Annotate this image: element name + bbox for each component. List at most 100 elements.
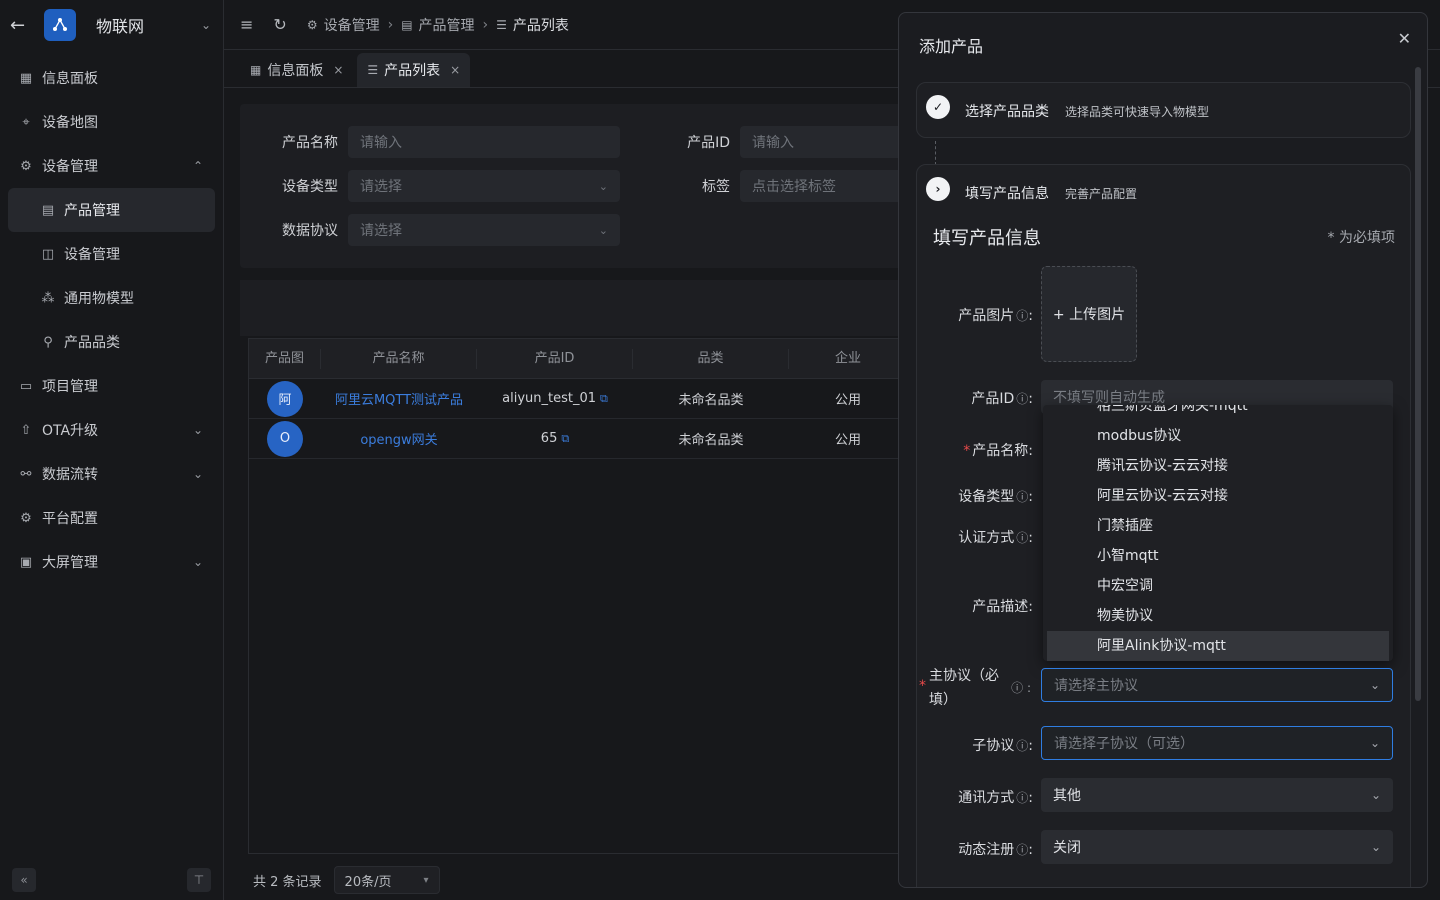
logo-icon [44,9,76,41]
sidebar-item-projects[interactable]: ▭ 项目管理 [0,364,223,408]
help-icon[interactable]: ⓘ : [1011,676,1031,700]
sidebar-item-data-flow[interactable]: ⚯ 数据流转 ⌄ [0,452,223,496]
sidebar-item-category[interactable]: ⚲ 产品品类 [0,320,223,364]
col-category: 品类 [633,348,789,369]
breadcrumb-product-mgmt[interactable]: 产品管理 [419,15,475,35]
screen-icon: ▣ [19,554,33,570]
help-icon[interactable]: ⓘ [1016,309,1028,323]
required-star: * [963,443,971,459]
sidebar-item-devices[interactable]: ◫ 设备管理 [0,232,223,276]
pin-icon[interactable]: ⊤ [187,868,211,892]
breadcrumb-product-list: 产品列表 [512,17,569,34]
toolbar-panel [240,280,940,336]
product-table: 产品图 产品名称 产品ID 品类 企业 阿 阿里云MQTT测试产品 aliyun… [248,338,908,854]
sidebar: ← 物联网 ⌄ ▦ 信息面板 ⌖ 设备地图 ⚙ 设备管理 ⌃ ▤ 产品管理 ◫ 设备管理 ⁂… [0,0,224,900]
table-row[interactable]: O opengw网关 65 ⧉ 未命名品类 公用 [249,419,907,459]
main-protocol-label: * 主协议（必 填） ⓘ : [919,668,1031,708]
back-arrow-icon[interactable]: ← [10,15,28,36]
dropdown-option[interactable]: 腾讯云协议-云云对接 [1043,451,1393,481]
help-icon[interactable]: ⓘ [1016,791,1028,805]
product-name-link[interactable]: opengw网关 [321,429,477,448]
gear-icon: ⚙ [20,158,32,174]
close-tab-icon[interactable]: × [333,63,343,77]
sidebar-item-device-mgmt[interactable]: ⚙ 设备管理 ⌃ [0,144,223,188]
sidebar-item-thing-model[interactable]: ⁂ 通用物模型 [0,276,223,320]
collapse-sidebar-icon[interactable]: « [12,868,36,892]
dropdown-option[interactable]: 小智mqtt [1043,541,1393,571]
upload-image-button[interactable]: + 上传图片 [1041,266,1137,362]
close-icon[interactable]: ✕ [1398,29,1411,48]
modal-scrollbar[interactable] [1415,67,1421,701]
page-size-select[interactable]: 20条/页 ▾ [333,866,440,894]
main-protocol-select[interactable]: 请选择主协议 ⌄ [1041,668,1393,702]
help-icon[interactable]: ⓘ [1016,490,1028,504]
flow-icon: ⚯ [20,466,32,482]
col-id: 产品ID [477,348,633,369]
product-name-input[interactable]: 请输入 [348,126,620,158]
comm-method-select[interactable]: 其他 ⌄ [1041,778,1393,812]
product-name-link[interactable]: 阿里云MQTT测试产品 [321,389,477,408]
list-icon: ☰ [367,63,379,77]
pagination: 共 2 条记录 20条/页 ▾ [253,866,440,894]
breadcrumb-gear-icon: ⚙ [306,17,318,32]
dashboard-icon: ▦ [19,70,33,86]
app-switch-chevron-icon[interactable]: ⌄ [199,18,213,32]
refresh-icon[interactable]: ↻ [273,15,286,34]
dropdown-option-highlighted[interactable]: 阿里Alink协议-mqtt [1047,631,1389,661]
step-select-category[interactable]: ✓ 选择产品品类 选择品类可快速导入物模型 [916,82,1411,138]
chevron-down-icon: ⌄ [1369,736,1380,750]
filter-protocol-label: 数据协议 [282,223,338,239]
tab-product-list[interactable]: ☰ 产品列表 × [357,53,471,87]
filter-panel: 产品名称 请输入 产品ID 请输入 设备类型 请选择 ⌄ 标签 点击选择标签 数据… [240,104,940,268]
chevron-down-icon: ⌄ [192,555,204,569]
dashboard-icon: ▦ [250,63,262,77]
product-org: 公用 [834,433,861,448]
product-category: 未命名品类 [678,433,744,448]
device-type-select[interactable]: 请选择 ⌄ [348,170,620,202]
help-icon[interactable]: ⓘ [1016,531,1028,545]
dropdown-option[interactable]: 阿里云协议-云云对接 [1043,481,1393,511]
model-icon: ⁂ [41,290,55,306]
table-row[interactable]: 阿 阿里云MQTT测试产品 aliyun_test_01 ⧉ 未命名品类 公用 [249,379,907,419]
breadcrumb-separator-icon: › [482,16,489,33]
copy-icon[interactable]: ⧉ [600,392,608,405]
chevron-down-icon: ⌄ [1369,678,1380,692]
dropdown-option[interactable]: 门禁插座 [1043,511,1393,541]
comm-method-label: 通讯方式 ⓘ: [958,790,1033,806]
breadcrumb: ⚙ 设备管理 › ▤ 产品管理 › ☰ 产品列表 [307,15,569,35]
sidebar-item-device-map[interactable]: ⌖ 设备地图 [0,100,223,144]
sidebar-item-product-mgmt[interactable]: ▤ 产品管理 [8,188,215,232]
step1-desc: 选择品类可快速导入物模型 [1065,105,1210,119]
close-tab-icon[interactable]: × [450,63,460,77]
auth-method-label: 认证方式 ⓘ: [958,530,1033,546]
add-product-modal: 添加产品 ✕ ✓ 选择产品品类 选择品类可快速导入物模型 › 填写产品信息 完善… [898,12,1428,888]
dynamic-register-select[interactable]: 关闭 ⌄ [1041,830,1393,864]
sidebar-item-platform-config[interactable]: ⚙ 平台配置 [0,496,223,540]
protocol-select[interactable]: 请选择 ⌄ [348,214,620,246]
section-title: 填写产品信息 [933,228,1041,249]
sidebar-item-ota[interactable]: ⇧ OTA升级 ⌄ [0,408,223,452]
help-icon[interactable]: ⓘ [1016,392,1028,406]
copy-icon[interactable]: ⧉ [561,432,569,445]
sidebar-item-dashboard[interactable]: ▦ 信息面板 [0,56,223,100]
tab-dashboard[interactable]: ▦ 信息面板 × [240,53,353,87]
step-connector [935,141,936,165]
chevron-right-icon: › [926,177,950,201]
sidebar-item-big-screen[interactable]: ▣ 大屏管理 ⌄ [0,540,223,584]
breadcrumb-separator-icon: › [387,16,394,33]
dropdown-option[interactable]: 中宏空调 [1043,571,1393,601]
dropdown-option[interactable]: 格兰斯贝蓝牙网关-mqtt [1043,405,1393,421]
menu-toggle-icon[interactable]: ≡ [240,15,253,34]
breadcrumb-device-mgmt[interactable]: 设备管理 [324,15,380,35]
help-icon[interactable]: ⓘ [1016,739,1028,753]
sub-protocol-select[interactable]: 请选择子协议（可选） ⌄ [1041,726,1393,760]
step2-title: 填写产品信息 [965,186,1049,202]
app-name: 物联网 [96,17,145,36]
briefcase-icon: ▭ [19,378,33,394]
product-name-label: * 产品名称: [963,443,1033,459]
dropdown-option[interactable]: modbus协议 [1043,421,1393,451]
dropdown-option[interactable]: 物美协议 [1043,601,1393,631]
breadcrumb-product-icon: ▤ [401,17,413,32]
chevron-down-icon: ⌄ [1370,840,1381,854]
help-icon[interactable]: ⓘ [1016,843,1028,857]
